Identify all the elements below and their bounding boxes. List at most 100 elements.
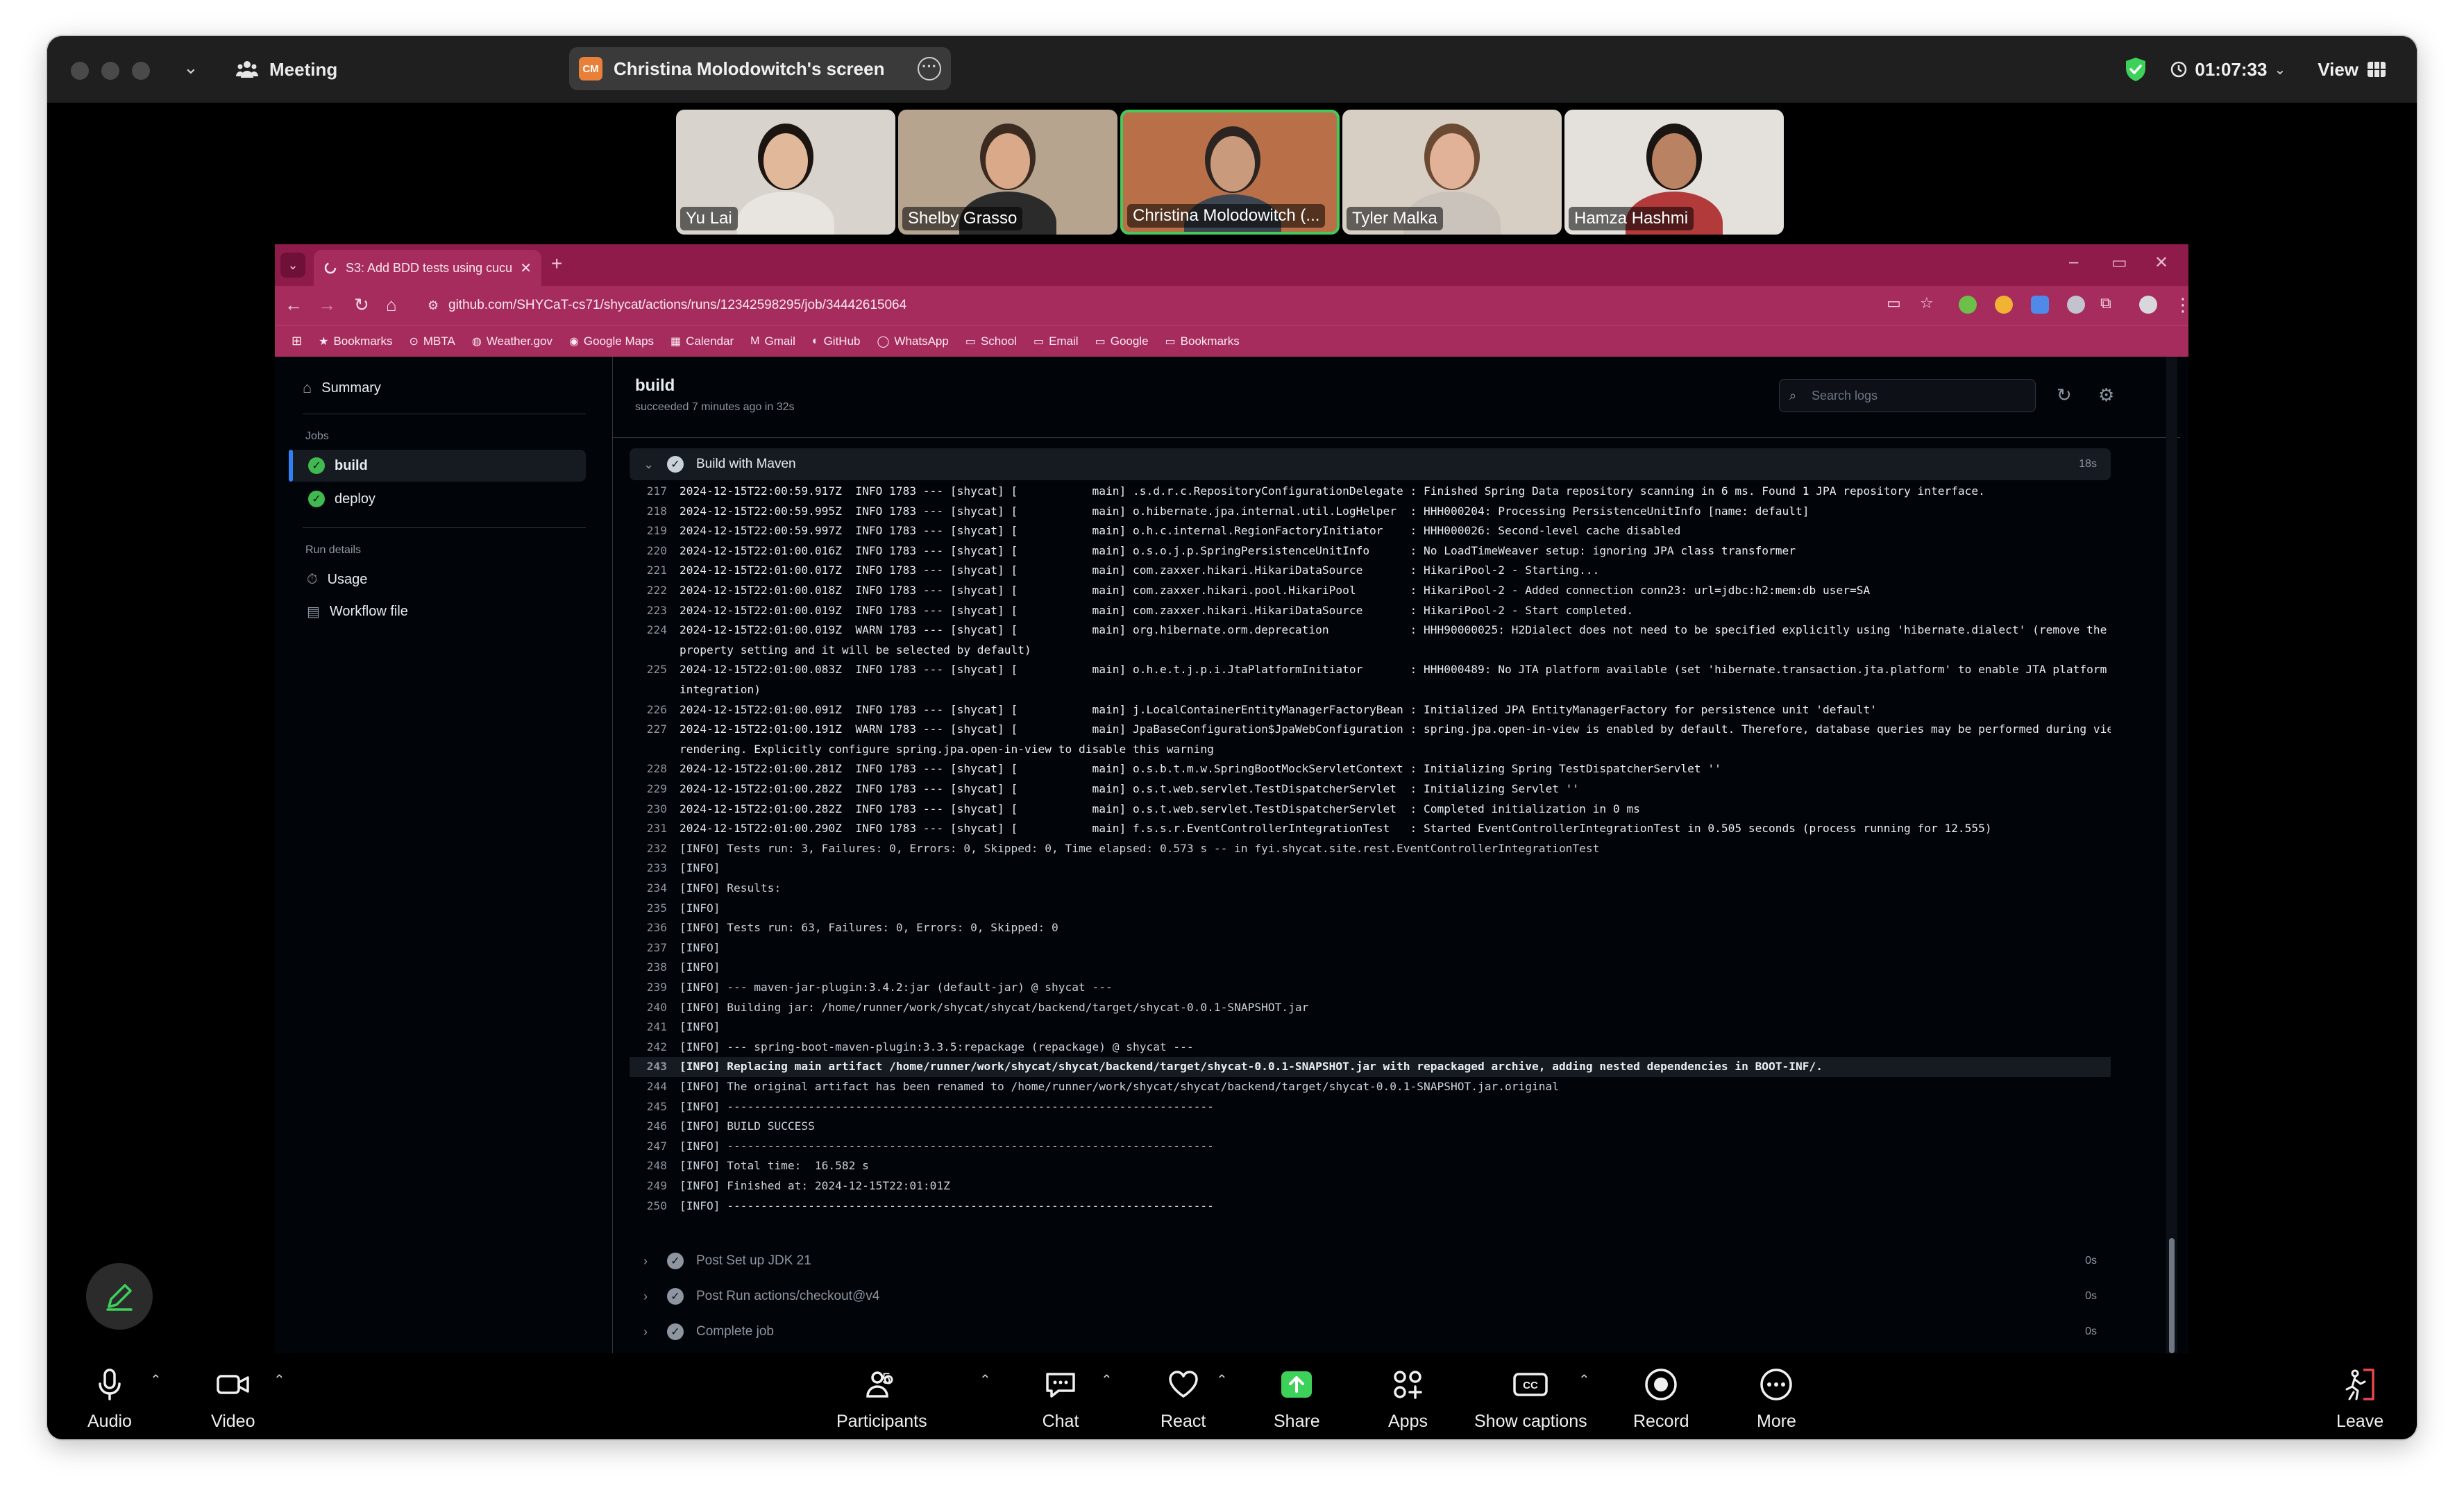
more-button[interactable]: More: [1757, 1366, 1796, 1432]
profile-avatar[interactable]: [2139, 296, 2157, 314]
log-line-number[interactable]: 228: [630, 759, 680, 779]
browser-menu-icon[interactable]: ⋮: [2174, 294, 2188, 316]
log-line-number[interactable]: 248: [630, 1156, 680, 1176]
step-row[interactable]: › ✓ Post Set up JDK 21 0s: [630, 1244, 2111, 1278]
log-line-number[interactable]: 240: [630, 998, 680, 1018]
forward-arrow-icon[interactable]: →: [318, 294, 336, 316]
close-window-button[interactable]: [71, 62, 89, 80]
search-logs-input[interactable]: ⌕ Search logs: [1779, 379, 2036, 412]
audio-button[interactable]: Audio: [87, 1366, 132, 1432]
log-line-number[interactable]: 226: [630, 700, 680, 720]
chevron-up-icon[interactable]: ⌃: [150, 1371, 162, 1389]
bookmark-item[interactable]: ★ Bookmarks: [319, 334, 392, 348]
annotate-button[interactable]: [86, 1263, 153, 1330]
log-line-number[interactable]: 223: [630, 601, 680, 621]
browser-tab-active[interactable]: S3: Add BDD tests using cucum ✕: [314, 250, 541, 286]
sidebar-item-deploy[interactable]: ✓ deploy: [308, 483, 375, 515]
chevron-down-icon[interactable]: ⌄: [183, 57, 199, 78]
chevron-up-icon[interactable]: ⌃: [273, 1371, 285, 1389]
bookmark-item[interactable]: ◉ Google Maps: [569, 334, 654, 348]
record-button[interactable]: Record: [1633, 1366, 1689, 1432]
log-line-number[interactable]: 238: [630, 958, 680, 978]
bookmark-item[interactable]: ▭ Google: [1095, 334, 1149, 348]
video-button[interactable]: Video: [211, 1366, 255, 1432]
log-line-number[interactable]: 217: [630, 482, 680, 502]
participant-tile[interactable]: Yu Lai: [676, 110, 895, 235]
sidebar-item-build[interactable]: ✓ build: [308, 450, 368, 482]
apps-button[interactable]: Apps: [1388, 1366, 1428, 1432]
log-line-number[interactable]: 222: [630, 581, 680, 601]
step-build-with-maven[interactable]: ⌄ ✓ Build with Maven 18s: [630, 448, 2111, 480]
log-line-number[interactable]: 242: [630, 1038, 680, 1058]
screen-share-indicator[interactable]: CM Christina Molodowitch's screen ···: [569, 47, 951, 90]
shield-check-icon[interactable]: [2124, 56, 2147, 83]
share-screen-button[interactable]: Share: [1274, 1366, 1320, 1432]
step-row[interactable]: › ✓ Complete job 0s: [630, 1314, 2111, 1349]
bookmark-item[interactable]: ⊙ MBTA: [409, 334, 455, 348]
participant-tile[interactable]: Christina Molodowitch (...: [1120, 110, 1340, 235]
refresh-icon[interactable]: ↻: [2057, 384, 2072, 406]
view-button[interactable]: View: [2308, 53, 2396, 86]
cast-icon[interactable]: ▭: [1887, 294, 1901, 312]
extension-icon[interactable]: [2067, 296, 2085, 314]
new-tab-icon[interactable]: +: [551, 253, 562, 275]
apps-grid-icon[interactable]: ⊞: [292, 334, 302, 348]
chevron-up-icon[interactable]: ⌃: [1101, 1371, 1113, 1389]
sidebar-item-summary[interactable]: ⌂ Summary: [303, 372, 381, 404]
bookmark-item[interactable]: ▭ School: [965, 334, 1017, 348]
close-tab-icon[interactable]: ✕: [520, 260, 532, 277]
bookmark-item[interactable]: ◍ Weather.gov: [472, 334, 552, 348]
log-line-number[interactable]: 219: [630, 521, 680, 541]
chevron-up-icon[interactable]: ⌃: [1216, 1371, 1228, 1389]
bookmark-item[interactable]: ▭ Email: [1033, 334, 1079, 348]
bookmark-item[interactable]: ◐ GitHub: [812, 334, 861, 348]
participant-tile[interactable]: Shelby Grasso: [898, 110, 1117, 235]
participant-tile[interactable]: Hamza Hashmi: [1564, 110, 1784, 235]
log-line-number[interactable]: 245: [630, 1097, 680, 1117]
bookmark-item[interactable]: ▭ Bookmarks: [1165, 334, 1240, 348]
extensions-puzzle-icon[interactable]: ⧉: [2100, 294, 2111, 312]
react-button[interactable]: React: [1161, 1366, 1206, 1432]
maximize-icon[interactable]: ▭: [2111, 253, 2127, 273]
minimize-window-button[interactable]: [101, 62, 119, 80]
log-line-number[interactable]: 244: [630, 1077, 680, 1097]
log-line-number[interactable]: 220: [630, 541, 680, 561]
meeting-timer[interactable]: 01:07:33 ⌄: [2160, 53, 2295, 86]
extension-icon[interactable]: [1959, 296, 1977, 314]
log-line-number[interactable]: 227: [630, 720, 680, 740]
log-line-number[interactable]: 237: [630, 938, 680, 958]
log-line-number[interactable]: 224: [630, 620, 680, 641]
log-line-number[interactable]: 239: [630, 978, 680, 998]
step-row[interactable]: › ✓ Post Run actions/checkout@v4 0s: [630, 1279, 2111, 1314]
participants-button[interactable]: 5 Participants: [836, 1366, 927, 1432]
bookmark-item[interactable]: M Gmail: [750, 334, 795, 348]
log-line-number[interactable]: 231: [630, 819, 680, 839]
log-line-number[interactable]: 218: [630, 502, 680, 522]
address-bar[interactable]: ⚙ github.com/SHYCaT-cs71/shycat/actions/…: [414, 291, 2031, 319]
chat-button[interactable]: Chat: [1042, 1366, 1079, 1432]
log-line-number[interactable]: 241: [630, 1017, 680, 1038]
tab-search-icon[interactable]: ⌄: [280, 253, 305, 278]
leave-button[interactable]: Leave: [2336, 1366, 2383, 1432]
extension-icon[interactable]: [1995, 296, 2013, 314]
log-line-number[interactable]: 232: [630, 839, 680, 859]
log-line-number[interactable]: 235: [630, 899, 680, 919]
sidebar-item-usage[interactable]: ⏱ Usage: [307, 564, 367, 595]
close-icon[interactable]: ✕: [2154, 253, 2168, 273]
chevron-up-icon[interactable]: ⌃: [1578, 1371, 1590, 1389]
home-icon[interactable]: ⌂: [386, 294, 397, 316]
sidebar-item-workflow-file[interactable]: ▤ Workflow file: [307, 595, 408, 627]
log-line-number[interactable]: 225: [630, 660, 680, 680]
log-line-number[interactable]: 233: [630, 858, 680, 879]
page-scrollbar[interactable]: [2166, 357, 2177, 1362]
gear-icon[interactable]: ⚙: [2098, 384, 2114, 406]
log-line-number[interactable]: 229: [630, 779, 680, 799]
reload-icon[interactable]: ↻: [354, 294, 369, 316]
bookmark-item[interactable]: ◯ WhatsApp: [877, 334, 949, 348]
site-info-icon[interactable]: ⚙: [428, 291, 439, 319]
participant-tile[interactable]: Tyler Malka: [1342, 110, 1562, 235]
more-options-icon[interactable]: ···: [918, 57, 941, 81]
log-output[interactable]: 217 2024-12-15T22:00:59.917Z INFO 1783 --…: [630, 482, 2111, 1239]
log-line-number[interactable]: 243: [630, 1057, 680, 1077]
meeting-info-button[interactable]: Meeting: [235, 53, 337, 86]
